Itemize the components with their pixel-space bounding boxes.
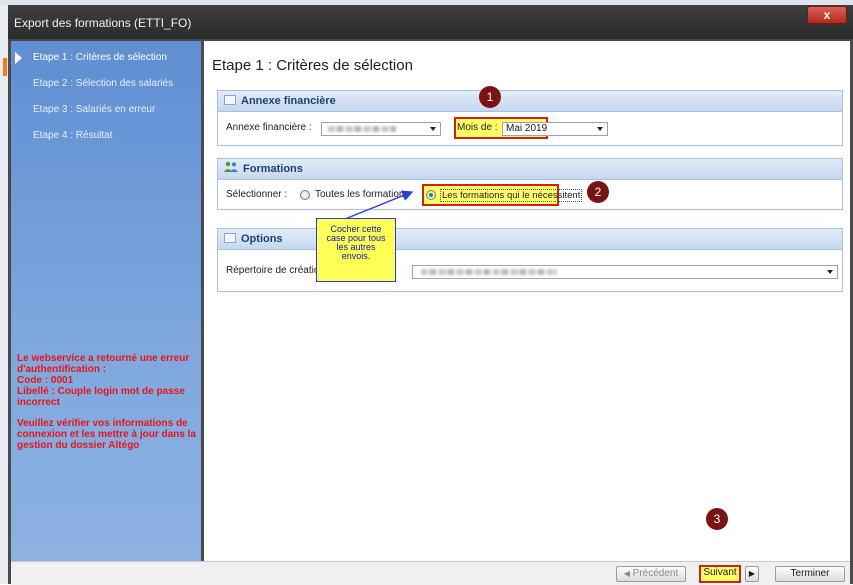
callout-line-4: envois. (341, 251, 371, 261)
callout-arrow (339, 190, 414, 222)
instruction-callout: Cocher cette case pour tous les autres e… (316, 218, 396, 282)
